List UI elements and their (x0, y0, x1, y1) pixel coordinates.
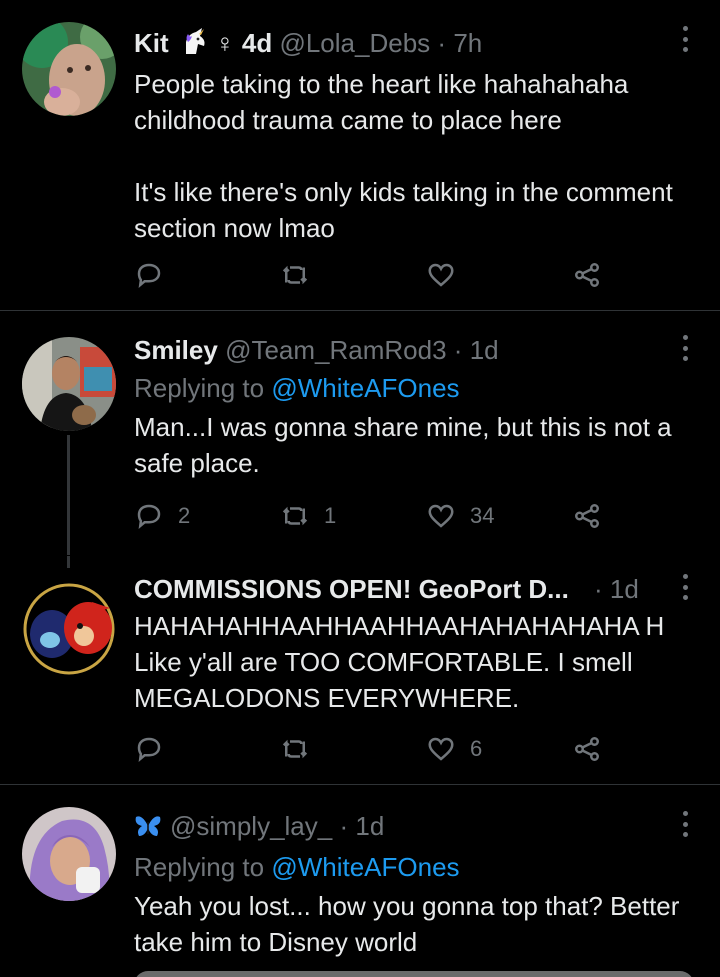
more-icon[interactable] (680, 574, 690, 600)
tweet-header: Kit ♀ 4d @Lola_Debs · 7h (134, 26, 690, 64)
display-name[interactable]: Kit (134, 28, 169, 58)
media-preview[interactable] (134, 971, 694, 977)
tweet-body: HAHAHAHHAAHHAAHHAAHAHAHAHAHA H Like y'al… (134, 611, 672, 713)
reply-button[interactable] (134, 732, 178, 766)
action-bar: 2 1 34 (134, 499, 604, 533)
avatar-commissions[interactable] (22, 582, 116, 676)
tweet-kit[interactable]: Kit ♀ 4d @Lola_Debs · 7h People taking t… (0, 0, 720, 310)
timestamp[interactable]: 1d (610, 574, 639, 604)
more-icon[interactable] (680, 811, 690, 837)
share-icon (575, 737, 599, 761)
share-icon (575, 263, 599, 287)
retweet-icon (282, 265, 308, 285)
more-icon[interactable] (680, 26, 690, 52)
badges: ♀ 4d (215, 28, 273, 58)
timestamp[interactable]: 1d (355, 811, 384, 841)
reply-icon (137, 263, 161, 289)
tweet-commissions[interactable]: COMMISSIONS OPEN! GeoPort D... · 1d HAHAH… (0, 556, 720, 784)
share-button[interactable] (572, 732, 602, 766)
reply-count: 2 (178, 503, 191, 528)
separator-dot: · (453, 335, 463, 365)
like-icon (428, 504, 454, 528)
replying-to: Replying to @WhiteAFOnes (134, 852, 460, 882)
like-icon (428, 263, 454, 287)
retweet-count: 1 (324, 503, 337, 528)
thread-line (67, 435, 70, 555)
retweet-button[interactable] (280, 732, 324, 766)
retweet-icon (282, 739, 308, 759)
tweet-header: COMMISSIONS OPEN! GeoPort D... · 1d (134, 572, 690, 606)
tweet-simply-lay[interactable]: @simply_lay_ · 1d Replying to @WhiteAFOn… (0, 785, 720, 977)
separator-dot: · (339, 811, 349, 841)
tweet-body: People taking to the heart like hahahaha… (134, 69, 673, 243)
display-name[interactable]: COMMISSIONS OPEN! GeoPort D... (134, 572, 594, 606)
timestamp[interactable]: 7h (453, 28, 482, 58)
replying-to-link[interactable]: @WhiteAFOnes (271, 373, 459, 403)
reply-button[interactable] (134, 258, 178, 292)
avatar-smiley[interactable] (22, 337, 116, 431)
tweet-body: Man...I was gonna share mine, but this i… (134, 412, 679, 478)
handle[interactable]: @simply_lay_ (170, 811, 332, 841)
like-button[interactable]: 6 (426, 732, 482, 766)
retweet-button[interactable]: 1 (280, 499, 336, 533)
unicorn-emoji-icon (182, 28, 208, 64)
like-button[interactable] (426, 258, 470, 292)
replying-to: Replying to @WhiteAFOnes (134, 373, 460, 403)
handle[interactable]: @Team_RamRod3 (225, 335, 446, 365)
timestamp[interactable]: 1d (470, 335, 499, 365)
tweet-smiley[interactable]: Smiley @Team_RamRod3 · 1d Replying to @W… (0, 311, 720, 555)
like-count: 34 (470, 503, 495, 528)
butterfly-emoji-icon (134, 812, 162, 846)
separator-dot: · (437, 28, 447, 58)
action-bar (134, 258, 604, 292)
tweet-header: Smiley @Team_RamRod3 · 1d (134, 333, 690, 367)
more-icon[interactable] (680, 335, 690, 361)
share-button[interactable] (572, 499, 602, 533)
like-count: 6 (470, 736, 483, 761)
reply-icon (137, 504, 161, 530)
display-name[interactable]: Smiley (134, 335, 218, 365)
reply-icon (137, 737, 161, 763)
tweet-header: @simply_lay_ · 1d (134, 809, 690, 846)
avatar-simply-lay[interactable] (22, 807, 116, 901)
share-button[interactable] (572, 258, 602, 292)
handle[interactable]: @Lola_Debs (279, 28, 430, 58)
like-icon (428, 737, 454, 761)
share-icon (575, 504, 599, 528)
thread-line (67, 556, 70, 568)
reply-button[interactable]: 2 (134, 499, 190, 533)
replying-to-link[interactable]: @WhiteAFOnes (271, 852, 459, 882)
like-button[interactable]: 34 (426, 499, 494, 533)
tweet-body: Yeah you lost... how you gonna top that?… (134, 891, 687, 957)
retweet-icon (282, 506, 308, 526)
avatar-kit[interactable] (22, 22, 116, 116)
action-bar: 6 (134, 732, 604, 766)
separator-dot: · (594, 574, 603, 604)
retweet-button[interactable] (280, 258, 324, 292)
